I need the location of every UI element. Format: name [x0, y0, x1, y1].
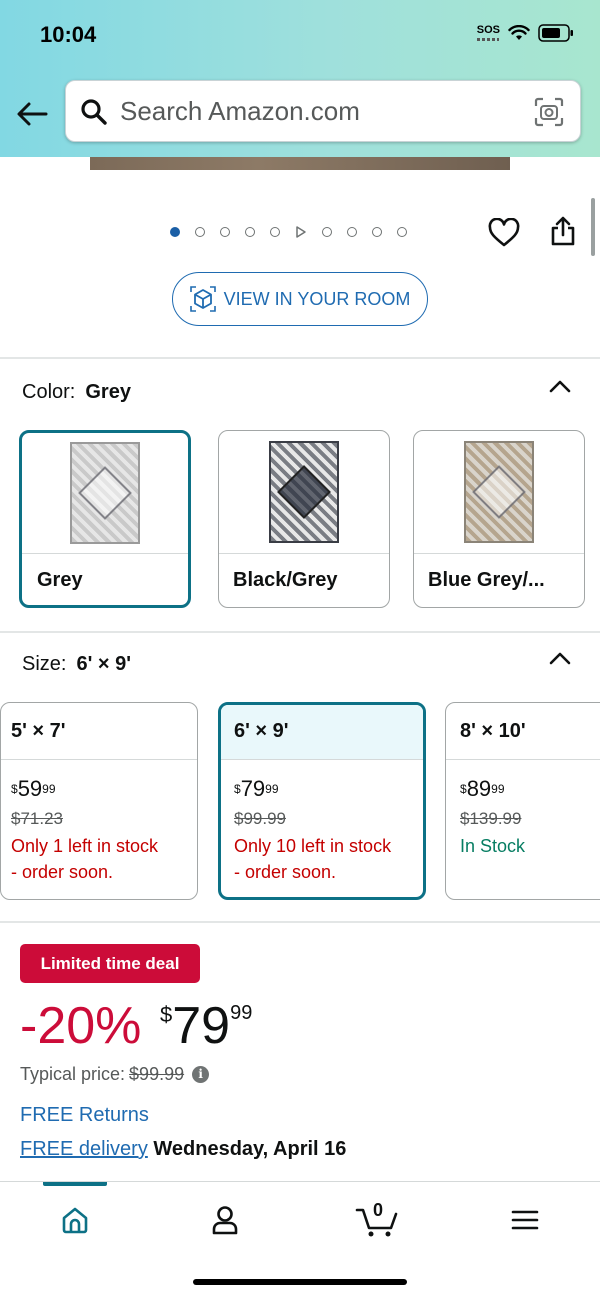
carousel-dot[interactable]	[372, 227, 382, 237]
carousel-indicator	[170, 225, 407, 239]
swatch-image	[22, 433, 188, 553]
camera-search-icon[interactable]	[534, 97, 564, 127]
home-indicator	[193, 1279, 407, 1285]
active-tab-indicator	[43, 1182, 107, 1186]
size-price: $8999	[460, 776, 505, 801]
home-icon	[62, 1207, 88, 1234]
size-label: Size: 6' × 9'	[22, 653, 132, 675]
cart-count: 0	[373, 1200, 384, 1220]
battery-icon	[538, 24, 573, 42]
size-option-label: 6' × 9'	[234, 720, 289, 742]
swatch-image	[414, 431, 584, 553]
scroll-indicator	[591, 198, 595, 256]
size-option-6x9[interactable]: 6' × 9' $7999 $99.99 Only 10 left in sto…	[218, 702, 426, 900]
search-bar[interactable]	[65, 80, 581, 142]
selected-size: 6' × 9'	[76, 653, 132, 675]
carousel-dot[interactable]	[347, 227, 357, 237]
carousel-dot[interactable]	[195, 227, 205, 237]
size-option-label: 8' × 10'	[460, 720, 526, 742]
stock-status: In Stock	[460, 836, 526, 856]
sos-indicator: SOS	[477, 25, 500, 41]
carousel-dot[interactable]	[397, 227, 407, 237]
divider	[0, 921, 600, 923]
stock-status: Only 10 left in stock - order soon.	[234, 836, 392, 882]
nav-cart[interactable]: 0	[355, 1200, 399, 1240]
chevron-up-icon[interactable]	[548, 650, 572, 666]
discount-percent: -20%	[20, 997, 142, 1055]
size-list-price: $71.23	[11, 809, 63, 828]
color-option-label: Grey	[37, 569, 83, 591]
carousel-dot[interactable]	[270, 227, 280, 237]
carousel-dot[interactable]	[245, 227, 255, 237]
view-in-room-button[interactable]: VIEW IN YOUR ROOM	[172, 272, 428, 326]
stock-status: Only 1 left in stock - order soon.	[11, 836, 159, 882]
nav-home[interactable]	[55, 1200, 95, 1240]
status-time: 10:04	[40, 22, 97, 47]
share-button[interactable]	[549, 215, 577, 252]
limited-deal-badge: Limited time deal	[20, 944, 200, 983]
divider	[0, 631, 600, 633]
view-in-room-label: VIEW IN YOUR ROOM	[223, 288, 411, 309]
divider	[0, 357, 600, 359]
chevron-up-icon[interactable]	[548, 378, 572, 394]
free-delivery-link[interactable]: FREE delivery	[20, 1138, 148, 1160]
account-icon	[212, 1206, 238, 1235]
deal-price: $7999	[160, 997, 253, 1055]
nav-menu[interactable]	[505, 1200, 545, 1240]
carousel-dot[interactable]	[220, 227, 230, 237]
status-icons: SOS	[477, 24, 574, 42]
wifi-icon	[508, 25, 530, 40]
wishlist-button[interactable]	[488, 217, 520, 253]
product-image[interactable]	[90, 157, 510, 170]
delivery-date: Wednesday, April 16	[153, 1138, 347, 1160]
carousel-dot[interactable]	[322, 227, 332, 237]
typical-price: Typical price: $99.99 i	[20, 1064, 210, 1085]
heart-icon	[488, 217, 520, 247]
header: 10:04 SOS	[0, 0, 600, 157]
color-option-grey[interactable]: Grey	[19, 430, 191, 608]
menu-icon	[511, 1210, 539, 1230]
size-option-label: 5' × 7'	[11, 720, 66, 742]
size-price: $7999	[234, 776, 279, 801]
selected-color: Grey	[85, 381, 131, 403]
search-input[interactable]	[120, 93, 520, 129]
swatch-image	[219, 431, 389, 553]
size-list-price: $99.99	[234, 809, 286, 828]
back-arrow-icon	[17, 102, 48, 126]
color-option-label: Blue Grey/...	[428, 569, 545, 591]
typical-price-value: $99.99	[129, 1064, 185, 1084]
delivery-info: FREE delivery Wednesday, April 16	[20, 1138, 346, 1161]
color-option-label: Black/Grey	[233, 569, 338, 591]
size-price: $5999	[11, 776, 56, 801]
search-icon	[81, 99, 107, 125]
carousel-dot[interactable]	[170, 227, 180, 237]
info-icon[interactable]: i	[192, 1066, 210, 1083]
size-option-8x10[interactable]: 8' × 10' $8999 $139.99 In Stock	[445, 702, 600, 900]
size-list-price: $139.99	[460, 809, 522, 828]
ar-cube-icon	[189, 286, 216, 312]
back-button[interactable]	[14, 96, 50, 132]
free-returns-link[interactable]: FREE Returns	[20, 1104, 149, 1127]
color-option-blue-grey[interactable]: Blue Grey/...	[413, 430, 585, 608]
nav-account[interactable]	[205, 1200, 245, 1240]
size-option-5x7[interactable]: 5' × 7' $5999 $71.23 Only 1 left in stoc…	[0, 702, 198, 900]
color-label: Color: Grey	[22, 381, 131, 403]
color-option-black-grey[interactable]: Black/Grey	[218, 430, 390, 608]
carousel-video-indicator[interactable]	[295, 225, 307, 239]
share-icon	[551, 216, 575, 246]
